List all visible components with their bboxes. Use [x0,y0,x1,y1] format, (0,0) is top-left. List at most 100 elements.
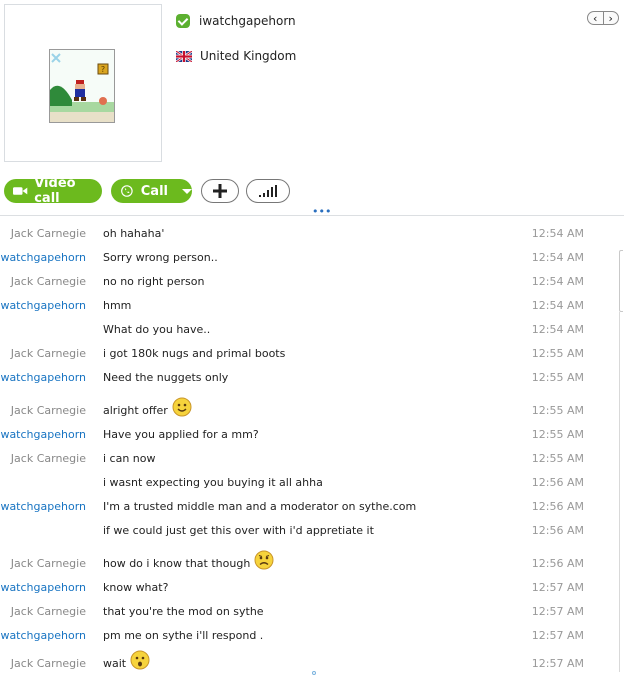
message-text-wrap: Have you applied for a mm? [103,425,259,445]
message-text: pm me on sythe i'll respond . [103,629,264,642]
message-sender[interactable]: Jack Carnegie [11,272,86,292]
message-text-wrap: if we could just get this over with i'd … [103,521,374,541]
chat-message-row[interactable]: Iwatchgapehorn I'm a trusted middle man a… [0,497,610,517]
message-timestamp: 12:54 AM [531,227,584,240]
avatar: ? [49,49,115,123]
scrollbar[interactable] [619,216,624,676]
message-sender[interactable]: Jack Carnegie [11,554,86,574]
chevron-left-icon[interactable]: ‹ [588,12,603,24]
message-text-wrap: wait [103,650,150,674]
message-sender[interactable]: Iwatchgapehorn [0,425,86,445]
smile-emoticon-icon [172,397,192,417]
message-timestamp: 12:56 AM [531,524,584,537]
message-text: wait [103,657,127,670]
call-label: Call [140,183,168,199]
chat-message-row[interactable]: Iwatchgapehorn know what? 12:57 AM [0,578,610,598]
scrollbar-thumb[interactable] [619,250,623,312]
plus-icon [213,184,227,198]
message-text: What do you have.. [103,323,211,336]
chat-message-row[interactable]: Iwatchgapehorn pm me on sythe i'll respon… [0,626,610,646]
message-timestamp: 12:54 AM [531,323,584,336]
message-text-wrap: how do i know that though [103,550,274,574]
message-timestamp: 12:55 AM [531,452,584,465]
uk-flag-icon [176,50,192,62]
message-text-wrap: know what? [103,578,168,598]
message-timestamp: 12:56 AM [531,476,584,489]
message-text-wrap: alright offer [103,397,192,421]
message-text: i wasnt expecting you buying it all ahha [103,476,323,489]
message-text: Have you applied for a mm? [103,428,259,441]
svg-text:?: ? [101,65,105,74]
chat-message-row[interactable]: Iwatchgapehorn Need the nuggets only 12:55… [0,368,610,388]
chat-message-row[interactable]: i wasnt expecting you buying it all ahha… [0,473,610,493]
profile-nav-arrows: ‹ › [587,11,619,25]
message-sender[interactable]: Jack Carnegie [11,449,86,469]
message-timestamp: 12:54 AM [531,275,584,288]
message-text: oh hahaha' [103,227,165,240]
message-timestamp: 12:55 AM [531,428,584,441]
video-call-button[interactable]: Video call [4,176,102,206]
message-timestamp: 12:57 AM [531,605,584,618]
video-camera-icon [13,187,28,195]
message-timestamp: 12:55 AM [531,371,584,384]
call-button[interactable]: Call [111,179,192,203]
chat-message-row[interactable]: Jack Carnegie wait 12:57 AM [0,650,610,674]
worried-emoticon-icon [254,550,274,570]
chat-message-row[interactable]: if we could just get this over with i'd … [0,521,610,541]
add-button[interactable] [201,179,239,203]
chat-history[interactable]: Jack Carnegie oh hahaha' 12:54 AM Iwatchgap… [0,216,624,676]
message-text-wrap: that you're the mod on sythe [103,602,264,622]
chat-message-row[interactable]: Iwatchgapehorn Sorry wrong person.. 12:54 … [0,248,610,268]
message-timestamp: 12:55 AM [531,347,584,360]
message-sender[interactable]: Iwatchgapehorn [0,497,86,517]
message-text-wrap: Need the nuggets only [103,368,228,388]
message-timestamp: 12:57 AM [531,657,584,670]
message-timestamp: 12:56 AM [531,557,584,570]
message-text: i got 180k nugs and primal boots [103,347,286,360]
message-text: alright offer [103,404,168,417]
message-sender[interactable]: Jack Carnegie [11,401,86,421]
message-text: know what? [103,581,169,594]
chat-message-row[interactable]: Jack Carnegie how do i know that though 12… [0,550,610,574]
chat-message-row[interactable]: Jack Carnegie i can now 12:55 AM [0,449,610,469]
profile-picture-frame[interactable]: ? [4,4,162,162]
chat-message-row[interactable]: Iwatchgapehorn hmm 12:54 AM [0,296,610,316]
chat-message-row[interactable]: What do you have.. 12:54 AM [0,320,610,340]
message-text-wrap: i wasnt expecting you buying it all ahha [103,473,323,493]
message-sender[interactable]: Iwatchgapehorn [0,248,86,268]
status-row: iwatchgapehorn [176,12,296,30]
message-text-wrap: i got 180k nugs and primal boots [103,344,285,364]
message-text: Need the nuggets only [103,371,229,384]
message-sender[interactable]: Jack Carnegie [11,654,86,674]
message-sender[interactable]: Jack Carnegie [11,602,86,622]
message-sender[interactable]: Iwatchgapehorn [0,368,86,388]
chat-message-row[interactable]: Jack Carnegie i got 180k nugs and primal … [0,344,610,364]
signal-bars-icon [259,185,277,197]
message-text: I'm a trusted middle man and a moderator… [103,500,417,513]
contact-location: United Kingdom [200,49,297,63]
chat-message-row[interactable]: Jack Carnegie no no right person 12:54 AM [0,272,610,292]
message-timestamp: 12:55 AM [531,404,584,417]
chat-message-row[interactable]: Iwatchgapehorn Have you applied for a mm?… [0,425,610,445]
message-sender[interactable]: Iwatchgapehorn [0,626,86,646]
chat-message-row[interactable]: Jack Carnegie alright offer 12:55 AM [0,397,610,421]
message-text-wrap: pm me on sythe i'll respond . [103,626,263,646]
message-text-wrap: What do you have.. [103,320,210,340]
chevron-down-icon[interactable] [182,188,192,194]
message-sender[interactable]: Jack Carnegie [11,224,86,244]
message-sender[interactable]: Iwatchgapehorn [0,296,86,316]
message-timestamp: 12:57 AM [531,629,584,642]
call-quality-button[interactable] [246,179,290,203]
message-text-wrap: Sorry wrong person.. [103,248,218,268]
message-sender[interactable]: Jack Carnegie [11,344,86,364]
message-text: Sorry wrong person.. [103,251,218,264]
chevron-right-icon[interactable]: › [604,12,619,24]
chat-message-row[interactable]: Jack Carnegie that you're the mod on syth… [0,602,610,622]
contact-name: iwatchgapehorn [199,14,296,28]
surprised-emoticon-icon [130,650,150,670]
message-sender[interactable]: Iwatchgapehorn [0,578,86,598]
message-text: that you're the mod on sythe [103,605,264,618]
chat-message-row[interactable]: Jack Carnegie oh hahaha' 12:54 AM [0,224,610,244]
message-timestamp: 12:54 AM [531,251,584,264]
scrollbar-track [619,312,620,672]
